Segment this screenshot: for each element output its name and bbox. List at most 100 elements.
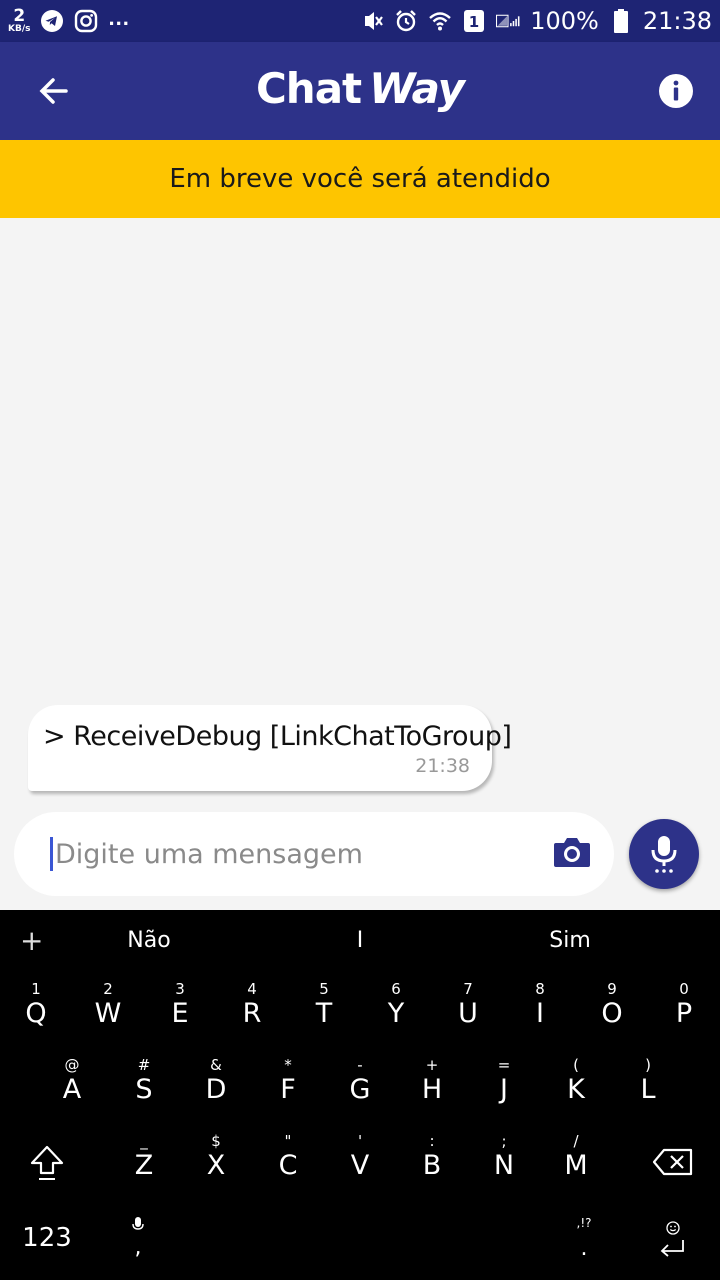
key-label: Y — [387, 998, 405, 1029]
key-u[interactable]: 7U — [438, 972, 498, 1048]
backspace-key[interactable] — [648, 1142, 698, 1182]
key-alt: ( — [573, 1056, 579, 1074]
key-g[interactable]: -G — [330, 1048, 390, 1124]
key-r[interactable]: 4R — [222, 972, 282, 1048]
soft-keyboard: + Não I Sim 1Q 2W 3E 4R 5T 6Y 7U 8I 9O 0… — [0, 910, 720, 1280]
key-o[interactable]: 9O — [582, 972, 642, 1048]
mic-hint-icon — [132, 1216, 144, 1230]
key-row-3: _ Z $ X " C ' V :B ; N / M — [0, 1124, 720, 1200]
backspace-icon — [652, 1148, 693, 1176]
key-label: X — [206, 1150, 226, 1181]
plus-icon[interactable]: + — [20, 924, 43, 957]
back-button[interactable] — [30, 67, 78, 115]
comma-key[interactable]: , — [120, 1206, 156, 1270]
space-bar[interactable] — [200, 1208, 540, 1268]
key-s[interactable]: # S — [114, 1048, 174, 1124]
key-c[interactable]: " C — [258, 1124, 318, 1200]
key-alt: ) — [645, 1056, 651, 1074]
key-label: K — [567, 1074, 585, 1105]
app-header: Chat Way — [0, 42, 720, 140]
key-label: J — [500, 1074, 508, 1105]
key-label: I — [536, 998, 544, 1029]
wifi-icon — [428, 9, 452, 33]
key-label: Z — [134, 1150, 154, 1181]
period-key[interactable]: ,!? . — [566, 1206, 602, 1270]
key-label: F — [280, 1074, 296, 1105]
telegram-icon — [40, 9, 64, 33]
key-l[interactable]: ) L — [618, 1048, 678, 1124]
key-label: W — [94, 998, 122, 1029]
key-label: N — [493, 1150, 515, 1181]
message-bubble[interactable]: > ReceiveDebug [LinkChatToGroup] 21:38 — [28, 705, 512, 791]
key-label: S — [135, 1074, 153, 1105]
suggestion-1[interactable]: Não — [127, 928, 170, 953]
key-i[interactable]: 8I — [510, 972, 570, 1048]
key-label: A — [62, 1074, 82, 1105]
info-button[interactable] — [652, 67, 700, 115]
signal-icon — [496, 9, 520, 33]
period-label: . — [580, 1235, 588, 1261]
punctuation-hint: ,!? — [576, 1215, 592, 1230]
key-alt: - — [357, 1056, 363, 1074]
message-time: 21:38 — [415, 755, 470, 777]
waiting-banner: Em breve você será atendido — [0, 140, 720, 218]
network-speed: 2 KB/s — [8, 8, 30, 34]
key-j[interactable]: = J — [474, 1048, 534, 1124]
key-q[interactable]: 1Q — [6, 972, 66, 1048]
app-logo-chat: Chat — [255, 64, 362, 113]
enter-icon — [660, 1240, 684, 1257]
key-alt: # — [137, 1056, 151, 1074]
key-e[interactable]: 3E — [150, 972, 210, 1048]
camera-icon[interactable] — [552, 835, 592, 874]
suggestion-3[interactable]: Sim — [549, 928, 591, 953]
suggestion-bar: + Não I Sim — [0, 910, 720, 972]
key-alt: 1 — [31, 980, 41, 998]
emoji-hint-icon — [666, 1221, 680, 1235]
key-alt: 6 — [391, 980, 401, 998]
clock: 21:38 — [642, 7, 712, 35]
key-alt: 9 — [607, 980, 617, 998]
key-z[interactable]: _ Z — [114, 1124, 174, 1200]
key-label: U — [458, 998, 478, 1029]
suggestion-2[interactable]: I — [357, 928, 364, 953]
microphone-button[interactable] — [629, 819, 699, 889]
key-m[interactable]: / M — [546, 1124, 606, 1200]
key-alt: 8 — [535, 980, 545, 998]
key-alt: ; — [501, 1132, 507, 1150]
key-alt: 0 — [679, 980, 689, 998]
key-a[interactable]: @ A — [42, 1048, 102, 1124]
network-speed-unit: KB/s — [8, 24, 31, 34]
key-alt: ' — [357, 1132, 363, 1150]
key-alt: / — [573, 1132, 579, 1150]
key-h[interactable]: + H — [402, 1048, 462, 1124]
key-label: D — [205, 1074, 227, 1105]
enter-key[interactable] — [648, 1214, 698, 1264]
key-p[interactable]: 0P — [654, 972, 714, 1048]
microphone-icon — [651, 836, 677, 873]
message-composer[interactable] — [14, 812, 614, 896]
key-k[interactable]: (K — [546, 1048, 606, 1124]
key-w[interactable]: 2W — [78, 972, 138, 1048]
key-label: G — [349, 1074, 371, 1105]
key-row-2: @ A # S & D * F -G + H = J (K ) L — [0, 1048, 720, 1124]
key-alt: 4 — [247, 980, 257, 998]
key-t[interactable]: 5T — [294, 972, 354, 1048]
numbers-key[interactable]: 123 — [14, 1218, 80, 1258]
chat-area[interactable]: > ReceiveDebug [LinkChatToGroup] 21:38 — [0, 218, 720, 910]
key-label: T — [315, 998, 333, 1029]
key-x[interactable]: $ X — [186, 1124, 246, 1200]
key-b[interactable]: :B — [402, 1124, 462, 1200]
key-f[interactable]: * F — [258, 1048, 318, 1124]
key-y[interactable]: 6Y — [366, 972, 426, 1048]
key-v[interactable]: ' V — [330, 1124, 390, 1200]
app-logo: Chat Way — [0, 64, 720, 113]
waiting-banner-text: Em breve você será atendido — [169, 164, 551, 194]
key-label: E — [171, 998, 189, 1029]
key-d[interactable]: & D — [186, 1048, 246, 1124]
key-alt: @ — [64, 1056, 80, 1074]
message-input[interactable] — [55, 838, 552, 870]
key-n[interactable]: ; N — [474, 1124, 534, 1200]
key-label: P — [675, 998, 693, 1029]
key-row-1: 1Q 2W 3E 4R 5T 6Y 7U 8I 9O 0P — [0, 972, 720, 1048]
shift-key[interactable] — [20, 1138, 74, 1188]
